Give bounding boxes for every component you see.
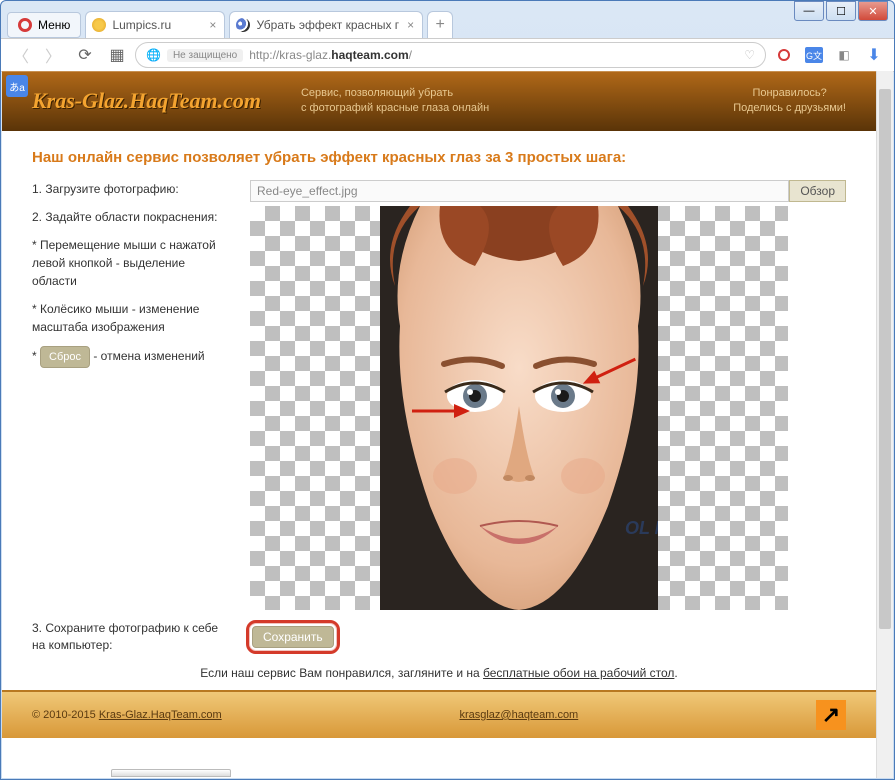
- globe-icon: 🌐: [146, 48, 161, 62]
- browser-menu-button[interactable]: Меню: [7, 12, 81, 38]
- reload-button[interactable]: ⟳: [71, 41, 99, 69]
- speed-dial-button[interactable]: ▦: [103, 41, 131, 69]
- favicon-icon: [92, 18, 106, 32]
- copyright-text: © 2010-2015: [32, 709, 99, 721]
- site-header: Kras-Glaz.HaqTeam.com Сервис, позволяющи…: [2, 71, 876, 131]
- window-maximize-button[interactable]: ☐: [826, 1, 856, 21]
- step1-label: 1. Загрузите фотографию:: [32, 180, 232, 198]
- new-tab-button[interactable]: +: [427, 11, 453, 38]
- tab-krasglaz[interactable]: Убрать эффект красных г ×: [229, 11, 423, 38]
- copyright-link[interactable]: Kras-Glaz.HaqTeam.com: [99, 709, 222, 721]
- step3-label: 3. Сохраните фотографию к себе на компью…: [32, 620, 232, 654]
- share-block[interactable]: Понравилось? Поделись с друзьями!: [733, 86, 846, 117]
- reset-button[interactable]: Сброс: [40, 346, 90, 369]
- save-button[interactable]: Сохранить: [252, 626, 334, 648]
- site-logo[interactable]: Kras-Glaz.HaqTeam.com: [32, 88, 261, 114]
- menu-label: Меню: [38, 18, 70, 32]
- download-icon[interactable]: ⬇: [860, 43, 888, 67]
- page-title: Наш онлайн сервис позволяет убрать эффек…: [32, 149, 846, 166]
- tab-close-icon[interactable]: ×: [207, 18, 218, 32]
- window-minimize-button[interactable]: —: [794, 1, 824, 21]
- translate-extension-icon[interactable]: G文: [800, 43, 828, 67]
- image-canvas[interactable]: OL N: [250, 206, 788, 610]
- insecure-badge: Не защищено: [167, 49, 243, 62]
- opera-extension-icon[interactable]: [770, 43, 798, 67]
- taskbar-hint: [111, 769, 231, 777]
- forward-button[interactable]: 〉: [39, 41, 67, 69]
- translate-page-badge[interactable]: あa: [6, 75, 28, 97]
- tab-close-icon[interactable]: ×: [405, 18, 416, 32]
- vertical-scrollbar[interactable]: [876, 71, 893, 778]
- browse-button[interactable]: Обзор: [789, 180, 846, 202]
- back-button[interactable]: 〈: [7, 41, 35, 69]
- site-tagline: Сервис, позволяющий убрать с фотографий …: [301, 86, 489, 117]
- instruction-drag: * Перемещение мыши с нажатой левой кнопк…: [32, 236, 232, 290]
- opera-logo-icon: [18, 18, 32, 32]
- step2-label: 2. Задайте области покраснения:: [32, 208, 232, 226]
- svg-text:OL N: OL N: [625, 518, 658, 538]
- site-footer: © 2010-2015 Kras-Glaz.HaqTeam.com krasgl…: [2, 690, 876, 738]
- annotation-arrow-icon: [410, 401, 470, 421]
- tab-title: Убрать эффект красных г: [256, 18, 399, 32]
- save-button-highlight: Сохранить: [246, 620, 340, 654]
- favicon-icon: [236, 18, 250, 32]
- address-bar[interactable]: 🌐 Не защищено http://kras-glaz.haqteam.c…: [135, 42, 766, 68]
- tab-title: Lumpics.ru: [112, 18, 171, 32]
- bookmark-icon[interactable]: ♡: [744, 48, 755, 62]
- instruction-wheel: * Колёсико мыши - изменение масштаба изо…: [32, 300, 232, 336]
- tab-lumpics[interactable]: Lumpics.ru ×: [85, 11, 225, 38]
- wallpaper-link[interactable]: бесплатные обои на рабочий стол: [483, 666, 674, 680]
- file-path-input[interactable]: Red-eye_effect.jpg: [250, 180, 789, 202]
- footer-promo-text: Если наш сервис Вам понравился, заглянит…: [32, 666, 846, 680]
- sidebar-toggle-icon[interactable]: ◧: [830, 43, 858, 67]
- contact-email-link[interactable]: krasglaz@haqteam.com: [459, 709, 578, 721]
- liveinternet-counter-icon[interactable]: ↗: [816, 700, 846, 730]
- url-text: http://kras-glaz.haqteam.com/: [249, 48, 738, 62]
- window-close-button[interactable]: ✕: [858, 1, 888, 21]
- instruction-reset: * Сброс - отмена изменений: [32, 346, 232, 369]
